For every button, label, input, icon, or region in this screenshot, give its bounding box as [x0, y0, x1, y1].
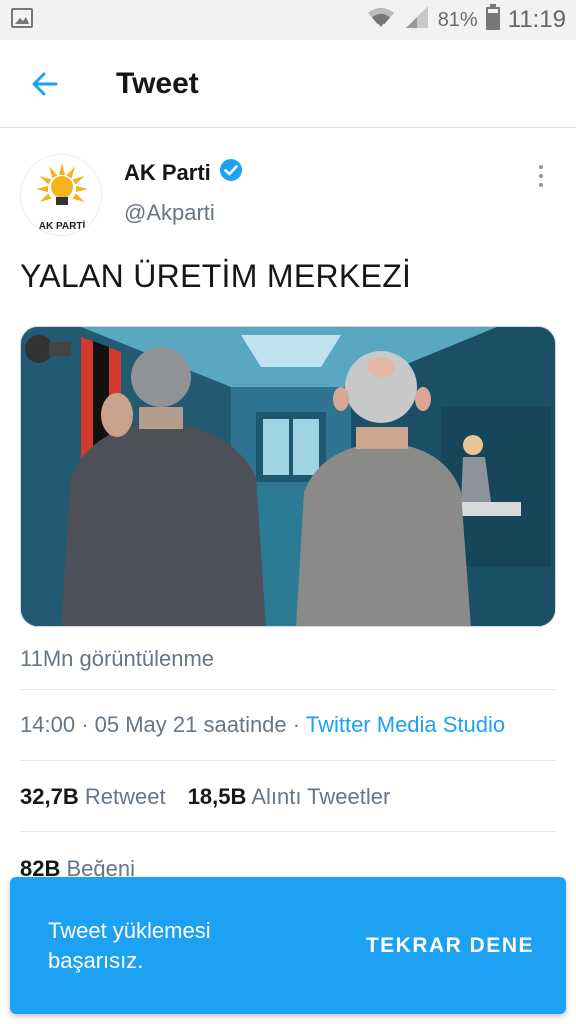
quotes-label: Alıntı Tweetler [251, 784, 391, 809]
tweet-text: YALAN ÜRETİM MERKEZİ [20, 258, 412, 294]
divider [20, 689, 556, 690]
retweets-label: Retweet [84, 784, 166, 809]
view-count: 11Mn görüntülenme [20, 646, 215, 671]
tweet-media-image[interactable] [20, 326, 556, 627]
wifi-icon [366, 4, 396, 36]
status-bar: 81% 11:19 [0, 0, 576, 40]
retweets-count: 32,7B [20, 784, 79, 809]
tweet-meta: 14:00 · 05 May 21 saatinde · Twitter Med… [20, 712, 505, 738]
more-vert-icon [539, 165, 543, 169]
clock: 11:19 [507, 6, 566, 33]
author-name[interactable]: AK Parti [124, 160, 211, 186]
divider [20, 760, 556, 761]
tweet-stats: 32,7B Retweet 18,5B Alıntı Tweetler [20, 784, 406, 810]
meta-separator: · [292, 712, 301, 737]
tweet-time: 14:00 [20, 712, 76, 737]
verified-badge-icon [219, 158, 243, 187]
divider [20, 831, 556, 832]
tweet-author: AK PARTİ AK Parti @Akparti [20, 150, 556, 240]
tweet-detail-screen: 81% 11:19 Tweet AK PARTİ AK Parti @Akpar… [0, 0, 576, 1024]
error-snackbar: Tweet yüklemesi başarısız. TEKRAR DENE [10, 877, 566, 1014]
tweet-source-link[interactable]: Twitter Media Studio [306, 712, 505, 737]
quotes-count: 18,5B [187, 784, 247, 809]
avatar-logo-text: AK PARTİ [39, 219, 86, 232]
retweets-stat[interactable]: 32,7B Retweet [20, 784, 166, 809]
signal-icon [404, 4, 430, 36]
tweet-date: 05 May 21 saatinde [94, 712, 287, 737]
battery-icon [485, 4, 500, 36]
retry-button[interactable]: TEKRAR DENE [366, 934, 534, 958]
image-icon [10, 6, 34, 35]
quotes-stat[interactable]: 18,5B Alıntı Tweetler [188, 784, 391, 809]
arrow-left-icon [32, 72, 58, 95]
back-button[interactable] [0, 40, 90, 128]
page-title: Tweet [116, 66, 199, 100]
meta-separator: · [81, 712, 89, 737]
avatar[interactable]: AK PARTİ [20, 154, 102, 236]
snackbar-message: Tweet yüklemesi başarısız. [48, 917, 211, 973]
app-bar: Tweet [0, 40, 576, 128]
battery-percent: 81% [437, 8, 478, 31]
author-handle[interactable]: @Akparti [124, 200, 215, 226]
more-options-button[interactable] [526, 158, 556, 194]
